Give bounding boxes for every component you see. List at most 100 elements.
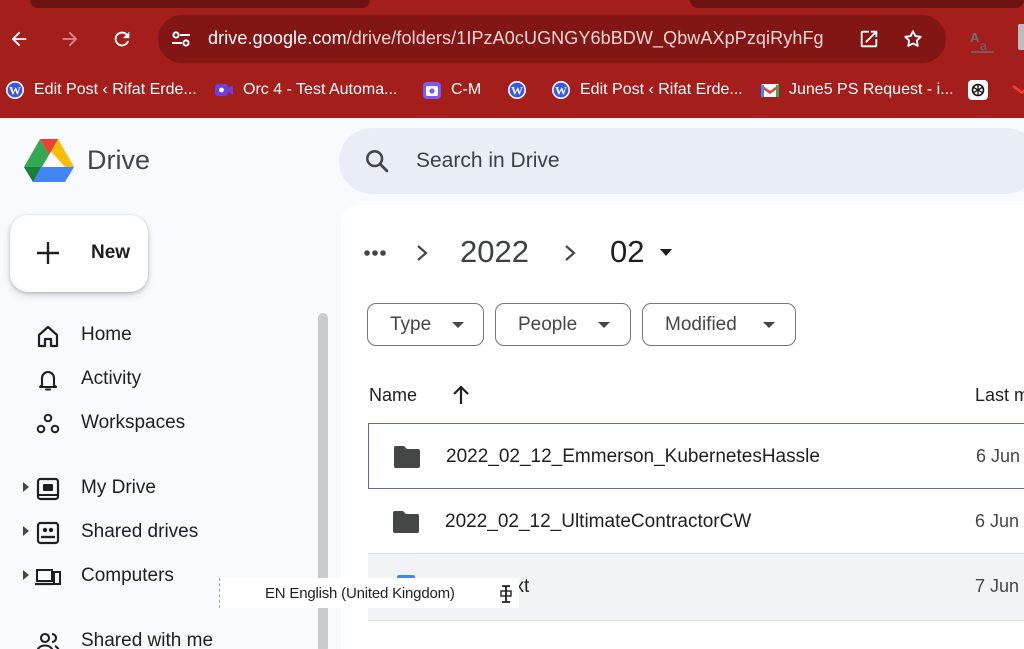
calendar-icon	[423, 82, 441, 99]
url-text[interactable]: drive.google.com/drive/folders/1IPzA0cUG…	[208, 28, 824, 49]
expand-arrow-icon[interactable]	[22, 526, 30, 536]
open-in-new-window-icon[interactable]	[856, 27, 882, 51]
gmail-icon	[1012, 84, 1024, 95]
sidebar-item-label: Home	[81, 324, 132, 345]
svg-text:A: A	[970, 30, 980, 45]
sidebar-item-home[interactable]: Home	[0, 315, 320, 355]
folder-icon	[393, 511, 419, 533]
bookmark-item[interactable]: June5 PS Request - i...	[760, 78, 954, 102]
sidebar-item-label: My Drive	[81, 477, 156, 498]
search-input[interactable]: Search in Drive	[416, 149, 560, 173]
bookmarks-bar: W Edit Post ‹ Rifat Erde... Orc 4 - Test…	[0, 74, 1024, 104]
site-settings-icon[interactable]	[168, 27, 194, 51]
sidebar-item-my-drive[interactable]: My Drive	[0, 468, 320, 508]
forward-arrow-icon	[62, 31, 78, 47]
bookmark-item[interactable]: W Edit Post ‹ Rifat Erde...	[551, 78, 743, 102]
workspaces-icon	[36, 413, 60, 434]
filter-chip-label: People	[518, 314, 578, 335]
file-modified-date: 6 Jun	[975, 511, 1020, 531]
bookmark-item[interactable]: W Edit Post ‹ Rifat Erde...	[5, 78, 197, 102]
bookmark-label: Edit Post ‹ Rifat Erde...	[34, 81, 197, 98]
google-drive-logo-icon[interactable]	[24, 138, 74, 182]
forward-button[interactable]	[55, 24, 85, 54]
sidebar-item-label: Shared drives	[81, 521, 199, 542]
filter-chip-label: Type	[390, 314, 432, 335]
filter-modified-chip[interactable]: Modified	[642, 303, 796, 346]
row-divider	[368, 620, 1024, 621]
file-row[interactable]: 2022_02_12_Emmerson_KubernetesHassle 6 J…	[368, 423, 1024, 489]
url-path: /drive/folders/1IPzA0cUGNGY6bBDW_QbwAXpP…	[346, 28, 824, 48]
chevron-right-icon	[417, 245, 428, 261]
breadcrumb-current-folder[interactable]: 02	[610, 234, 644, 270]
extension-icon[interactable]	[1018, 24, 1024, 50]
back-button[interactable]	[4, 24, 34, 54]
reload-icon	[114, 31, 130, 47]
svg-text:W: W	[511, 84, 523, 98]
shared-with-me-icon	[36, 632, 60, 649]
sidebar-item-label: Activity	[81, 368, 142, 389]
file-name: 2022_02_12_UltimateContractorCW	[445, 511, 752, 532]
reload-button[interactable]	[107, 24, 137, 54]
reading-mode-icon[interactable]: Aa	[968, 26, 996, 54]
wordpress-icon: W	[6, 81, 24, 99]
bookmark-item[interactable]	[968, 78, 997, 102]
sidebar-item-workspaces[interactable]: Workspaces	[0, 403, 320, 443]
search-icon[interactable]	[363, 147, 391, 175]
plus-icon	[37, 242, 59, 264]
bookmark-label: Orc 4 - Test Automa...	[243, 81, 398, 98]
file-modified-date: 6 Jun	[976, 446, 1021, 466]
sidebar-item-activity[interactable]: Activity	[0, 359, 320, 399]
input-language-tooltip: EN English (United Kingdom)	[219, 578, 519, 608]
filter-type-chip[interactable]: Type	[367, 303, 484, 346]
breadcrumb-item[interactable]: 2022	[460, 234, 529, 270]
chevron-right-icon	[565, 245, 576, 261]
svg-text:W: W	[9, 84, 21, 98]
video-icon	[215, 84, 233, 96]
wordpress-icon: W	[508, 81, 526, 99]
bookmark-star-icon[interactable]	[900, 27, 926, 51]
expand-arrow-icon[interactable]	[22, 570, 30, 580]
caret-down-icon	[598, 322, 610, 328]
home-icon	[37, 325, 59, 348]
tab-strip-left	[30, 0, 370, 8]
bookmark-label: Edit Post ‹ Rifat Erde...	[580, 81, 743, 98]
new-button[interactable]: New	[10, 215, 148, 292]
openai-icon	[968, 80, 988, 100]
caret-down-icon	[763, 322, 775, 328]
file-row[interactable]: 2022_02_12_UltimateContractorCW 6 Jun	[368, 489, 1024, 555]
sidebar-item-label: Shared with me	[81, 630, 214, 649]
file-name: 2022_02_12_Emmerson_KubernetesHassle	[446, 446, 820, 467]
computers-icon	[35, 569, 61, 586]
more-horizontal-icon[interactable]	[362, 248, 392, 258]
svg-text:W: W	[555, 84, 567, 98]
bookmark-item[interactable]: Orc 4 - Test Automa...	[214, 78, 397, 102]
bookmark-item[interactable]	[1012, 78, 1024, 102]
file-modified-date: 7 Jun	[975, 576, 1020, 596]
sidebar-item-label: Workspaces	[81, 412, 186, 433]
address-bar[interactable]: drive.google.com/drive/folders/1IPzA0cUG…	[158, 15, 946, 63]
my-drive-icon	[36, 477, 60, 501]
input-language-text: EN English (United Kingdom)	[265, 585, 455, 602]
bookmark-item[interactable]: C-M	[422, 78, 481, 102]
search-bar[interactable]: Search in Drive	[339, 128, 1024, 194]
sidebar-item-label: Computers	[81, 565, 174, 586]
filter-chip-label: Modified	[665, 314, 737, 335]
column-header-name[interactable]: Name	[369, 385, 417, 406]
caret-down-icon[interactable]	[660, 249, 672, 257]
column-header-last-modified[interactable]: Last m	[975, 385, 1024, 406]
browser-toolbar: drive.google.com/drive/folders/1IPzA0cUG…	[0, 0, 1024, 118]
bookmark-item[interactable]: W	[507, 78, 536, 102]
sidebar-item-shared-drives[interactable]: Shared drives	[0, 512, 320, 552]
sidebar-item-shared-with-me[interactable]: Shared with me	[0, 621, 320, 649]
text-cursor-icon	[500, 585, 512, 603]
wordpress-icon: W	[552, 81, 570, 99]
gmail-icon	[760, 84, 780, 97]
drive-brand-title[interactable]: Drive	[87, 145, 150, 176]
bookmark-label: June5 PS Request - i...	[789, 81, 954, 98]
filter-people-chip[interactable]: People	[495, 303, 631, 346]
svg-text:a: a	[980, 39, 987, 53]
expand-arrow-icon[interactable]	[22, 482, 30, 492]
shared-drives-icon	[36, 521, 60, 545]
new-button-label: New	[91, 242, 131, 263]
sort-ascending-arrow-icon[interactable]	[451, 384, 471, 406]
